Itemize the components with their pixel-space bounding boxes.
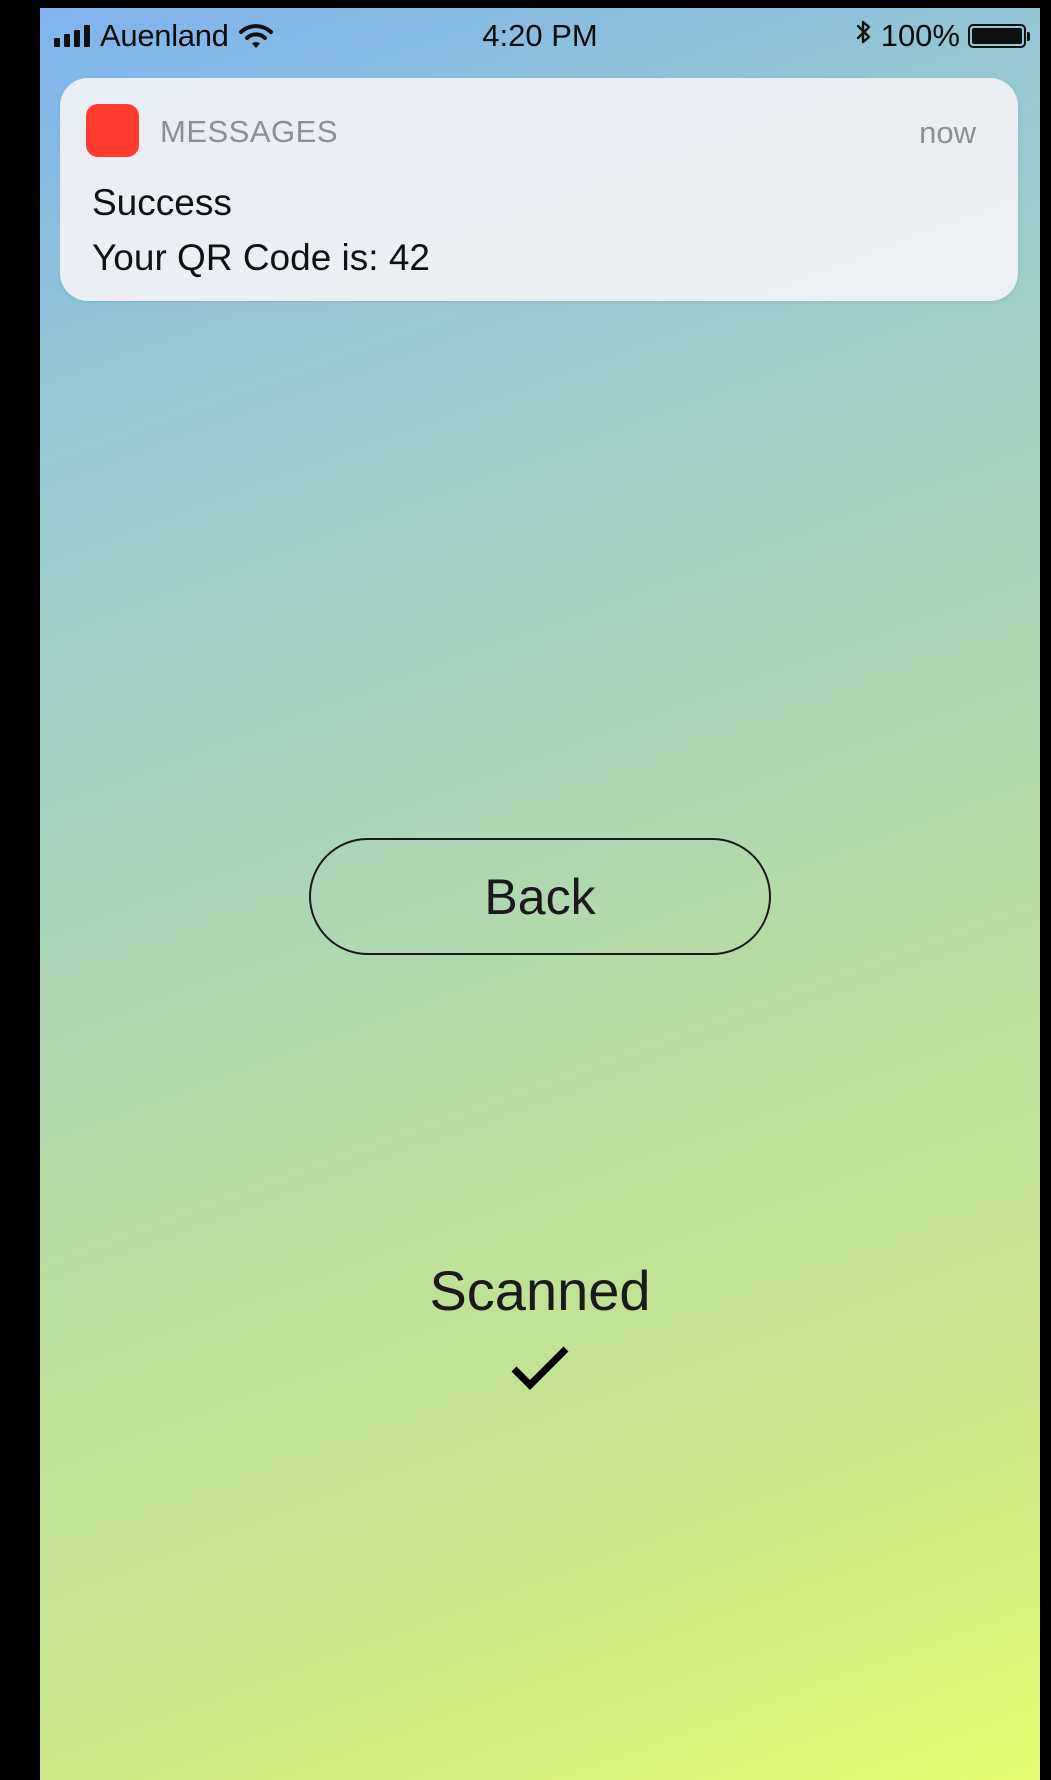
back-button[interactable]: Back [309,838,771,955]
battery-fill [972,28,1022,44]
device-frame: Auenland 4:20 PM 100% MESSAGES now Succe… [0,0,1051,1780]
battery-icon [968,24,1030,48]
status-right: 100% [855,18,1030,54]
wifi-icon [238,23,273,49]
status-bar: Auenland 4:20 PM 100% [40,8,1040,66]
scanned-label: Scanned [429,1259,651,1322]
notification-app-name: MESSAGES [160,114,338,149]
checkmark-icon [511,1346,569,1390]
signal-bars-icon [54,25,90,47]
carrier-name: Auenland [100,18,229,53]
app-screen: Auenland 4:20 PM 100% MESSAGES now Succe… [40,8,1040,1780]
status-left: Auenland [54,18,273,54]
clock: 4:20 PM [482,18,598,53]
messages-app-icon [86,104,139,157]
bluetooth-icon [855,18,873,54]
notification-banner[interactable]: MESSAGES now Success Your QR Code is: 42 [60,78,1018,301]
battery-tip [1027,32,1030,41]
notification-title: Success [92,182,232,223]
notification-body: Your QR Code is: 42 [92,237,430,278]
notification-time: now [919,115,976,150]
battery-percent: 100% [880,18,960,53]
